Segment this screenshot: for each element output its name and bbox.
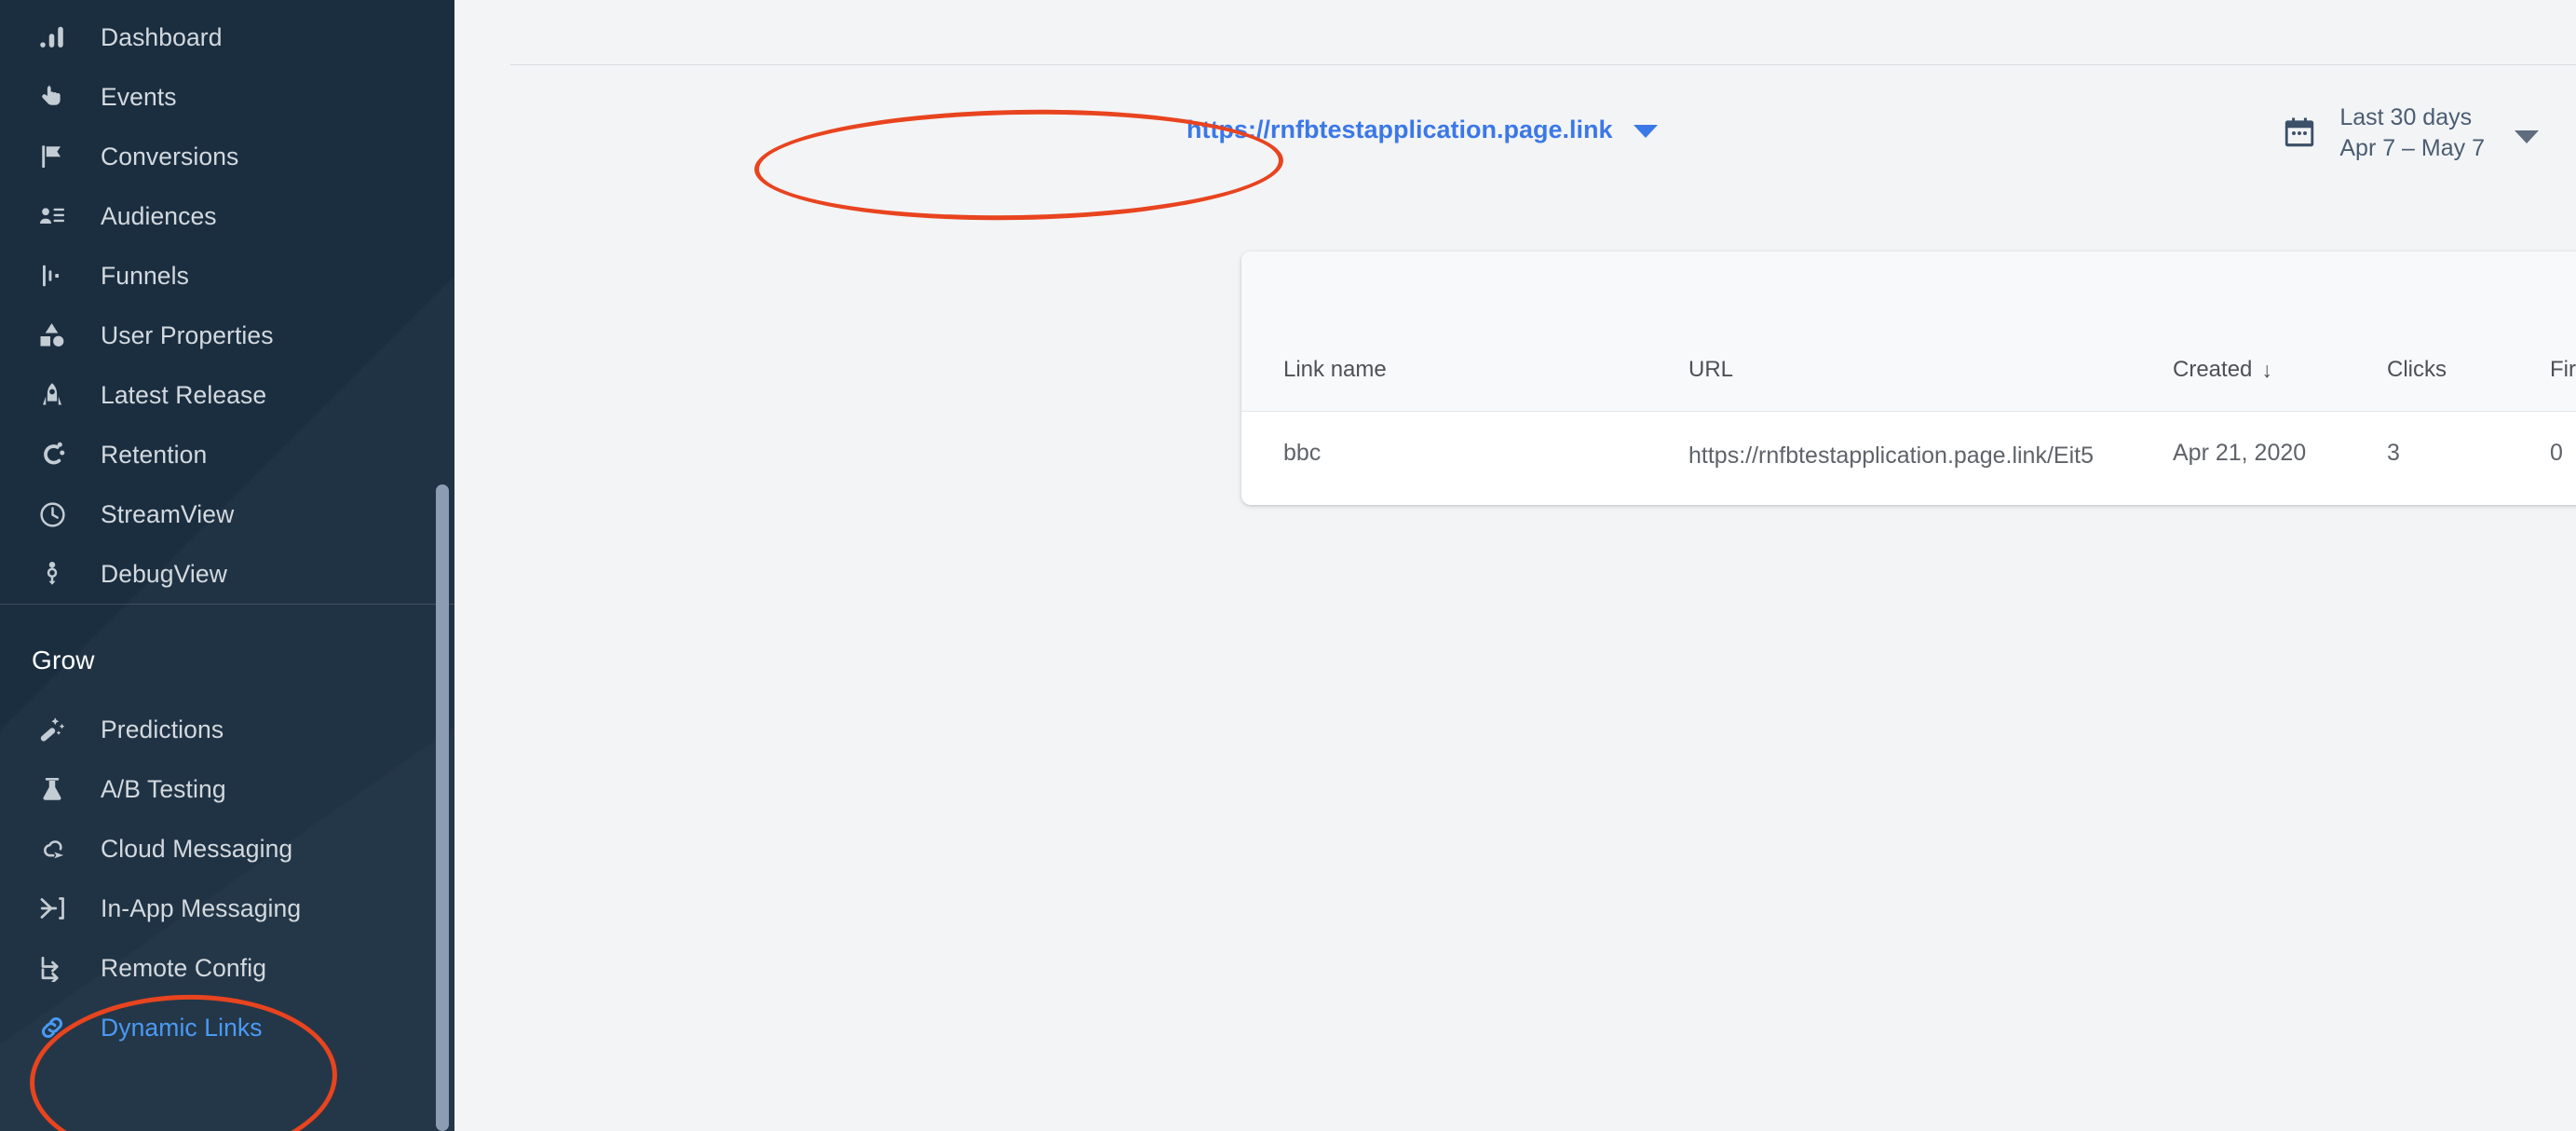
card-toolbar: New Dynamic Link xyxy=(1241,252,2576,357)
column-header-link-name[interactable]: Link name xyxy=(1241,357,1688,412)
sidebar-item-events[interactable]: Events xyxy=(0,67,454,127)
sidebar-item-streamview[interactable]: StreamView xyxy=(0,484,454,544)
sidebar-item-label: A/B Testing xyxy=(101,774,226,803)
date-range-preset: Last 30 days xyxy=(2339,104,2473,130)
sidebar-section-title-grow: Grow xyxy=(32,646,95,675)
magnet-icon xyxy=(32,436,73,473)
date-range-text: Last 30 days Apr 7 – May 7 xyxy=(2339,102,2485,164)
table-header: Link name URL Created ↓ Clicks Fir xyxy=(1241,357,2576,412)
sidebar-item-in-app-messaging[interactable]: In-App Messaging xyxy=(0,879,454,938)
sidebar-item-cloud-messaging[interactable]: Cloud Messaging xyxy=(0,819,454,879)
cell-clicks: 3 xyxy=(2387,440,2400,466)
dynamic-links-table: Link name URL Created ↓ Clicks Fir bbc h… xyxy=(1241,357,2576,505)
table-header-row: Link name URL Created ↓ Clicks Fir xyxy=(1241,357,2576,412)
tap-finger-icon xyxy=(32,78,73,116)
sidebar: Dashboard Events Conversions Audiences F… xyxy=(0,0,454,1131)
sidebar-item-label: Predictions xyxy=(101,715,224,743)
audience-icon xyxy=(32,198,73,235)
remote-config-icon xyxy=(32,949,73,987)
bar-chart-icon xyxy=(32,19,73,56)
funnel-icon xyxy=(32,257,73,294)
table-row[interactable]: bbc https://rnfbtestapplication.page.lin… xyxy=(1241,412,2576,506)
sidebar-item-label: StreamView xyxy=(101,499,235,528)
column-label: Clicks xyxy=(2387,357,2447,382)
sidebar-item-latest-release[interactable]: Latest Release xyxy=(0,365,454,425)
shapes-icon xyxy=(32,317,73,354)
app-root: Dashboard Events Conversions Audiences F… xyxy=(0,0,2576,1131)
content-toolbar: https://rnfbtestapplication.page.link La… xyxy=(454,93,2576,186)
cell-created: Apr 21, 2020 xyxy=(2173,440,2307,466)
sidebar-item-debugview[interactable]: DebugView xyxy=(0,544,454,604)
sidebar-item-label: DebugView xyxy=(101,559,227,588)
cloud-send-icon xyxy=(32,830,73,867)
caret-down-icon xyxy=(2515,130,2539,143)
cell-url: https://rnfbtestapplication.page.link/Ei… xyxy=(1688,443,2094,469)
dynamic-links-card: New Dynamic Link Link name URL C xyxy=(1241,252,2576,505)
sidebar-item-label: Latest Release xyxy=(101,380,267,409)
domain-label: https://rnfbtestapplication.page.link xyxy=(1186,116,1613,143)
column-label: First-opens xyxy=(2550,357,2576,382)
domain-selector[interactable]: https://rnfbtestapplication.page.link xyxy=(1186,116,1658,144)
rocket-icon xyxy=(32,376,73,414)
cell-first-opens: 0 xyxy=(2550,440,2563,466)
cell-link-name: bbc xyxy=(1283,440,1322,466)
sidebar-item-label: Retention xyxy=(101,440,208,469)
date-range-picker[interactable]: Last 30 days Apr 7 – May 7 xyxy=(2282,102,2539,164)
table-body: bbc https://rnfbtestapplication.page.lin… xyxy=(1241,412,2576,506)
caret-down-icon xyxy=(1633,125,1658,138)
column-header-url[interactable]: URL xyxy=(1688,357,2173,412)
sidebar-nav-analyze: Dashboard Events Conversions Audiences F… xyxy=(0,0,454,604)
sidebar-item-label: Dynamic Links xyxy=(101,1013,263,1042)
sidebar-item-label: Remote Config xyxy=(101,953,267,982)
sidebar-item-dashboard[interactable]: Dashboard xyxy=(0,7,454,67)
sidebar-item-label: Cloud Messaging xyxy=(101,834,293,863)
sidebar-item-label: Audiences xyxy=(101,201,217,230)
calendar-icon xyxy=(2282,116,2317,151)
sidebar-item-ab-testing[interactable]: A/B Testing xyxy=(0,759,454,819)
flag-icon xyxy=(32,138,73,175)
sidebar-item-label: Events xyxy=(101,82,177,111)
debug-icon xyxy=(32,555,73,593)
sidebar-item-user-properties[interactable]: User Properties xyxy=(0,306,454,365)
column-header-clicks[interactable]: Clicks xyxy=(2387,357,2550,412)
header-divider xyxy=(510,64,2576,65)
sidebar-item-retention[interactable]: Retention xyxy=(0,425,454,484)
sidebar-item-remote-config[interactable]: Remote Config xyxy=(0,938,454,998)
main-content: https://rnfbtestapplication.page.link La… xyxy=(454,0,2576,1131)
flask-icon xyxy=(32,770,73,808)
sort-descending-icon: ↓ xyxy=(2261,357,2272,382)
sidebar-item-audiences[interactable]: Audiences xyxy=(0,186,454,246)
sidebar-item-label: Dashboard xyxy=(101,22,223,51)
sidebar-item-dynamic-links[interactable]: Dynamic Links xyxy=(0,998,454,1057)
in-app-icon xyxy=(32,890,73,927)
sidebar-item-label: In-App Messaging xyxy=(101,893,302,922)
sidebar-item-label: Conversions xyxy=(101,142,239,170)
sidebar-scrollbar-thumb[interactable] xyxy=(436,484,449,1131)
column-label: Created xyxy=(2173,357,2253,382)
column-label: Link name xyxy=(1283,357,1387,382)
column-label: URL xyxy=(1688,357,1734,382)
column-header-first-opens[interactable]: First-opens ? xyxy=(2550,357,2576,412)
sidebar-item-predictions[interactable]: Predictions xyxy=(0,700,454,759)
sidebar-item-label: Funnels xyxy=(101,261,189,290)
date-range-dates: Apr 7 – May 7 xyxy=(2339,135,2485,161)
clock-icon xyxy=(32,496,73,533)
sidebar-item-funnels[interactable]: Funnels xyxy=(0,246,454,306)
column-header-created[interactable]: Created ↓ xyxy=(2173,357,2387,412)
sidebar-nav-grow: Predictions A/B Testing Cloud Messaging … xyxy=(0,700,454,1057)
magic-wand-icon xyxy=(32,711,73,748)
sidebar-item-label: User Properties xyxy=(101,320,274,349)
sidebar-item-conversions[interactable]: Conversions xyxy=(0,127,454,186)
link-chain-icon xyxy=(32,1009,73,1046)
